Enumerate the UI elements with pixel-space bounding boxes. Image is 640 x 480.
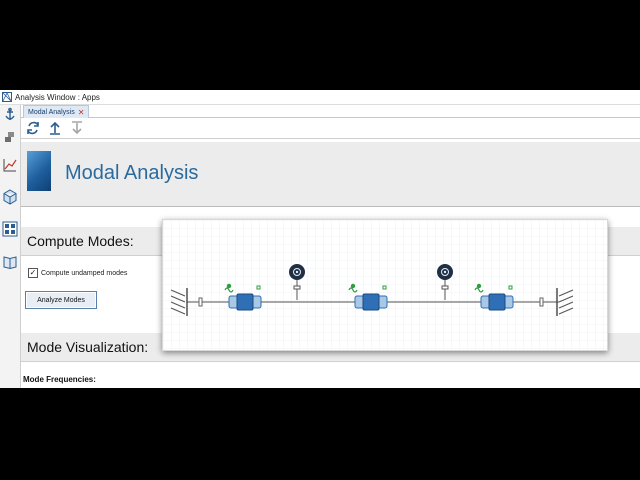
refresh-icon[interactable] xyxy=(25,120,41,136)
tab-label: Modal Analysis xyxy=(28,108,75,116)
window-title: Analysis Window : Apps xyxy=(15,92,100,102)
analyze-modes-button[interactable]: Analyze Modes xyxy=(25,291,97,309)
close-icon[interactable]: ✕ xyxy=(78,108,85,117)
undamped-checkbox[interactable]: ✓ xyxy=(28,268,38,278)
undamped-checkbox-label: Compute undamped modes xyxy=(41,269,128,277)
tab-strip: Modal Analysis ✕ xyxy=(21,105,640,118)
app-logo xyxy=(27,151,51,191)
document-toolbar xyxy=(21,118,640,139)
mode-frequencies-label: Mode Frequencies: xyxy=(23,375,96,384)
left-toolbar xyxy=(0,105,21,388)
diagram-canvas xyxy=(163,220,607,350)
compute-modes-title: Compute Modes: xyxy=(27,233,134,249)
upload-arrow-icon[interactable] xyxy=(47,120,63,136)
system-diagram xyxy=(162,219,608,351)
tab-modal-analysis[interactable]: Modal Analysis ✕ xyxy=(23,105,90,118)
download-arrow-icon[interactable] xyxy=(69,120,85,136)
cube-icon[interactable] xyxy=(2,189,18,205)
chart-icon[interactable] xyxy=(2,157,18,173)
page-title: Modal Analysis xyxy=(65,162,199,184)
grid-icon[interactable] xyxy=(2,221,18,237)
mode-visualization-title: Mode Visualization: xyxy=(27,339,149,355)
page-header: Modal Analysis xyxy=(21,142,640,207)
anchor-icon[interactable] xyxy=(2,107,18,123)
blocks-icon[interactable] xyxy=(2,129,18,145)
app-icon xyxy=(2,92,12,102)
undamped-checkbox-row[interactable]: ✓ Compute undamped modes xyxy=(28,268,127,278)
book-icon[interactable] xyxy=(2,254,18,270)
title-bar: Analysis Window : Apps xyxy=(0,90,640,105)
